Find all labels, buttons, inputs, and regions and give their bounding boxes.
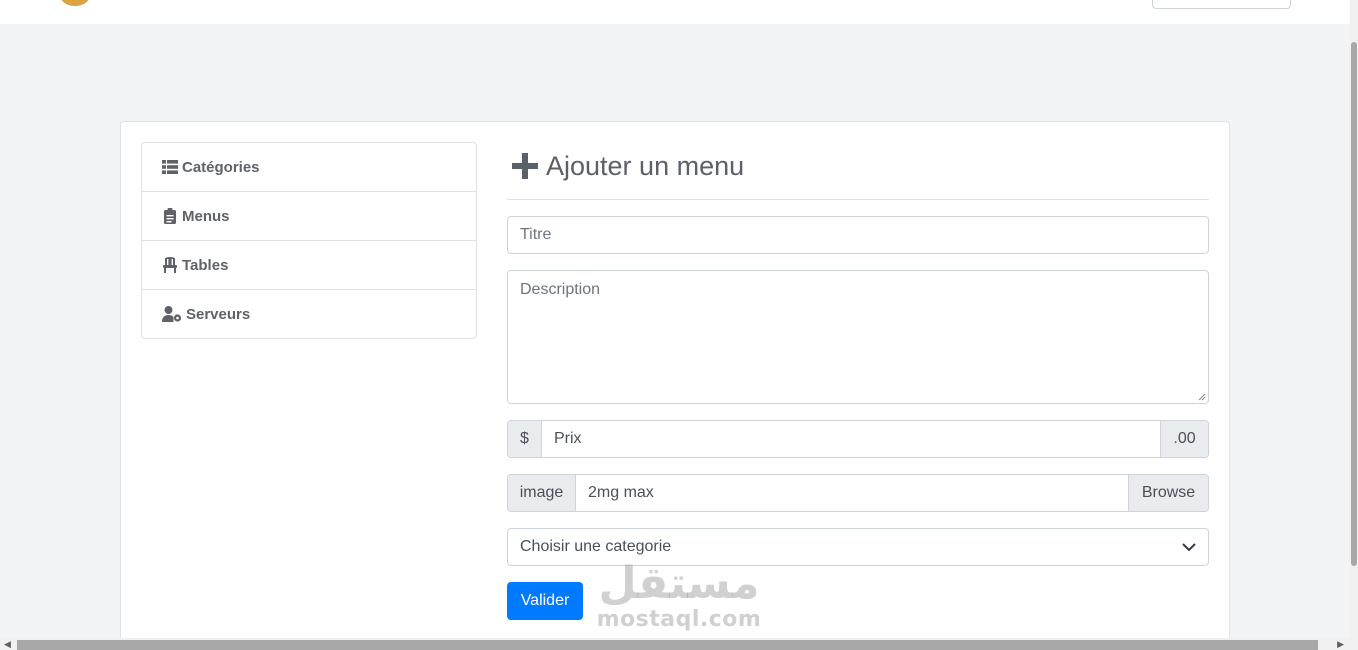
category-select-value: Choisir une categorie <box>520 538 672 555</box>
scroll-left-icon[interactable]: ◀ <box>4 639 11 649</box>
watermark-latin: mostaql.com <box>596 607 762 632</box>
plus-icon <box>512 153 538 179</box>
sidebar-item-tables[interactable]: Tables <box>142 241 476 290</box>
description-textarea[interactable] <box>508 271 1208 403</box>
currency-prefix: $ <box>508 421 542 457</box>
sidebar-item-label: Menus <box>182 207 230 225</box>
description-field-wrapper <box>507 270 1209 404</box>
user-cog-icon <box>162 306 182 322</box>
titre-input[interactable] <box>508 217 1208 253</box>
title-divider <box>507 199 1209 200</box>
app-logo[interactable] <box>58 0 92 6</box>
page-title: Ajouter un menu <box>512 148 744 184</box>
sidebar-item-serveurs[interactable]: Serveurs <box>142 290 476 338</box>
sidebar-item-label: Tables <box>182 256 229 274</box>
sidebar-item-label: Catégories <box>182 158 260 176</box>
sidebar-item-categories[interactable]: Catégories <box>142 143 476 192</box>
image-upload-group[interactable]: image 2mg max Browse <box>507 474 1209 512</box>
watermark-arabic: مستقل <box>598 558 760 609</box>
decimal-suffix: .00 <box>1160 421 1208 457</box>
chevron-down-icon <box>1182 542 1196 551</box>
browse-button[interactable]: Browse <box>1128 475 1208 511</box>
image-label: image <box>508 475 576 511</box>
top-right-button[interactable] <box>1152 0 1291 9</box>
list-icon <box>162 159 178 175</box>
valider-button[interactable]: Valider <box>507 582 583 620</box>
watermark: مستقل mostaql.com <box>596 560 762 632</box>
vertical-scrollbar[interactable] <box>1350 0 1358 638</box>
titre-field-wrapper <box>507 216 1209 254</box>
page-title-text: Ajouter un menu <box>546 150 745 181</box>
price-input[interactable] <box>542 421 1160 457</box>
chair-icon <box>162 257 178 273</box>
sidebar-nav: Catégories Menus Tables Serveurs <box>141 142 477 339</box>
resize-handle-icon[interactable] <box>1198 393 1206 401</box>
price-input-group: $ .00 <box>507 420 1209 458</box>
vertical-scrollbar-thumb[interactable] <box>1351 42 1357 566</box>
sidebar-item-menus[interactable]: Menus <box>142 192 476 241</box>
top-navbar <box>0 0 1350 24</box>
horizontal-scrollbar-thumb[interactable] <box>17 640 1318 650</box>
sidebar-item-label: Serveurs <box>186 305 251 323</box>
clipboard-icon <box>162 208 178 224</box>
horizontal-scrollbar[interactable]: ◀ ▶ <box>0 638 1358 650</box>
image-file-input[interactable]: 2mg max <box>576 475 1128 511</box>
scroll-right-icon[interactable]: ▶ <box>1337 639 1344 649</box>
